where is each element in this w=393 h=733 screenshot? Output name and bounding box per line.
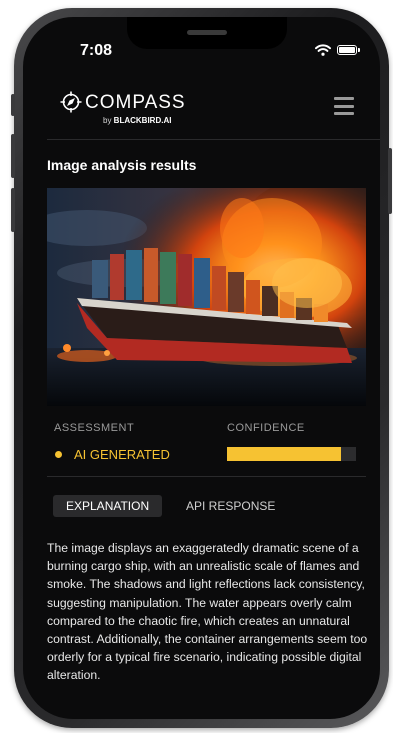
assessment-status-dot	[55, 451, 62, 458]
notch	[127, 17, 287, 49]
screen: 7:08 COMPASS by BLACKBIRD.AI Image analy…	[23, 17, 380, 719]
compass-logo-icon	[60, 91, 82, 113]
byline-brand: BLACKBIRD	[113, 116, 162, 125]
confidence-bar-fill	[227, 447, 341, 461]
byline-suffix: .AI	[161, 116, 172, 125]
page-title: Image analysis results	[47, 157, 197, 173]
explanation-text: The image displays an exaggeratedly dram…	[47, 541, 368, 683]
speaker	[187, 30, 227, 35]
wifi-icon	[315, 44, 331, 56]
burning-ship-illustration	[47, 188, 366, 406]
confidence-bar	[227, 447, 356, 461]
volume-down-button	[11, 188, 15, 232]
volume-up-button	[11, 134, 15, 178]
assessment-value: AI GENERATED	[74, 447, 170, 462]
app-header: COMPASS by BLACKBIRD.AI	[23, 85, 380, 141]
battery-cap	[358, 48, 360, 52]
assessment-label: ASSESSMENT	[54, 422, 135, 434]
menu-line	[334, 97, 354, 100]
battery-icon	[337, 45, 357, 55]
brand-byline: by BLACKBIRD.AI	[103, 116, 171, 125]
tab-api-response[interactable]: API RESPONSE	[173, 495, 288, 517]
confidence-label: CONFIDENCE	[227, 422, 305, 434]
tab-explanation[interactable]: EXPLANATION	[53, 495, 163, 517]
menu-line	[334, 104, 354, 108]
phone-frame: 7:08 COMPASS by BLACKBIRD.AI Image analy…	[11, 8, 392, 728]
byline-prefix: by	[103, 116, 114, 125]
side-button	[11, 94, 15, 116]
status-time: 7:08	[80, 42, 113, 59]
analyzed-image	[47, 188, 366, 406]
power-button	[388, 148, 392, 214]
brand-name: COMPASS	[85, 92, 186, 113]
section-divider	[47, 476, 366, 477]
menu-line	[334, 112, 354, 115]
hamburger-menu-icon[interactable]	[334, 97, 354, 115]
status-icons	[315, 44, 360, 56]
header-divider	[47, 139, 380, 140]
